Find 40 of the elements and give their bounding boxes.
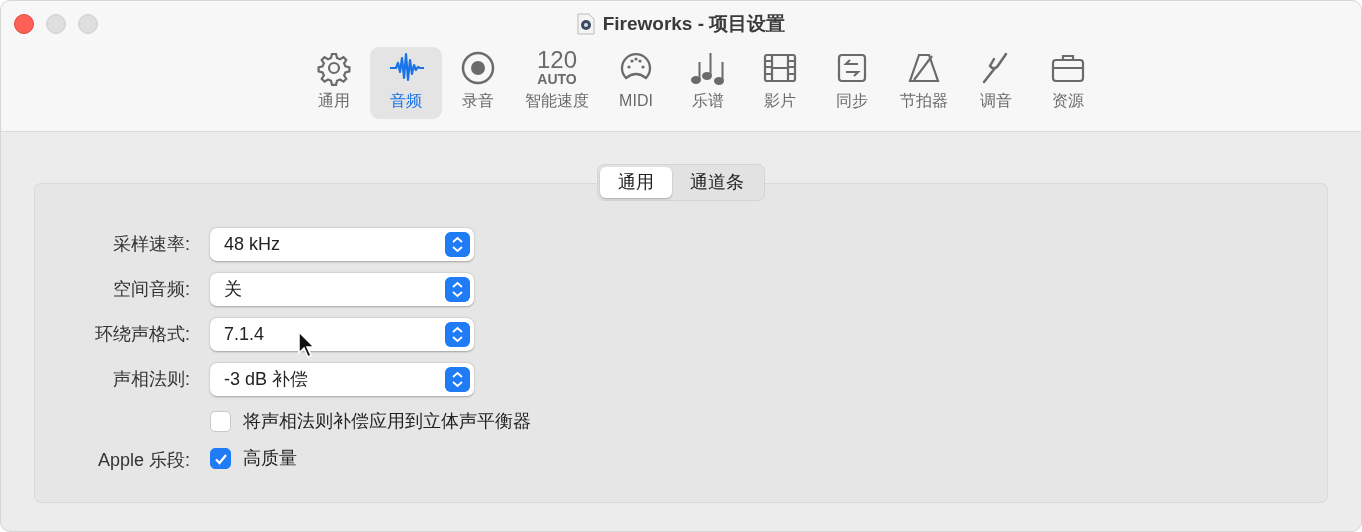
tempo-value: 120 xyxy=(536,48,577,72)
toolbar-tab[interactable]: 同步 xyxy=(816,47,888,119)
stepper-icon xyxy=(445,367,470,392)
checkbox-label: 将声相法则补偿应用到立体声平衡器 xyxy=(243,410,531,433)
setting-label: 声相法则: xyxy=(112,368,190,391)
record-icon xyxy=(460,50,496,86)
toolbar-tab[interactable]: 录音 xyxy=(442,47,514,119)
popup-menu[interactable]: 7.1.4 xyxy=(210,318,474,351)
popup-menu[interactable]: 关 xyxy=(210,273,474,306)
segment-tab[interactable]: 通道条 xyxy=(672,167,762,198)
stepper-icon xyxy=(445,232,470,257)
window-title: Fireworks - 项目设置 xyxy=(602,11,786,36)
toolbar-tab[interactable]: 影片 xyxy=(744,47,816,119)
toolbar-tab[interactable]: 通用 xyxy=(298,47,370,119)
checkbox[interactable] xyxy=(210,448,231,469)
tempo-mode: AUTO xyxy=(537,72,577,86)
setting-label: 采样速率: xyxy=(112,233,190,256)
toolbar-tab[interactable]: MIDI xyxy=(600,47,672,119)
toolbar-tab[interactable]: 节拍器 xyxy=(888,47,960,119)
close-button[interactable] xyxy=(14,14,34,34)
setting-label: 空间音频: xyxy=(112,278,190,301)
checkbox[interactable] xyxy=(210,411,231,432)
window-button[interactable] xyxy=(78,14,98,34)
setting-label: Apple 乐段: xyxy=(96,449,190,472)
toolbar-tab[interactable]: 120 AUTO 智能速度 xyxy=(514,47,600,119)
document-icon xyxy=(576,13,595,35)
checkbox-label: 高质量 xyxy=(243,447,297,470)
popup-menu[interactable]: 48 kHz xyxy=(210,228,474,261)
stepper-icon xyxy=(445,277,470,302)
toolbar-tab[interactable]: 音频 xyxy=(370,47,442,119)
toolbar-tab[interactable]: 调音 xyxy=(960,47,1032,119)
stepper-icon xyxy=(445,322,470,347)
toolbar-tab[interactable]: 资源 xyxy=(1032,47,1104,119)
setting-label: 环绕声格式: xyxy=(94,323,190,346)
toolbar-tab[interactable]: 乐谱 xyxy=(672,47,744,119)
music-notes-icon xyxy=(690,50,726,86)
gear-icon xyxy=(316,50,352,86)
popup-menu[interactable]: -3 dB 补偿 xyxy=(210,363,474,396)
window-button[interactable] xyxy=(46,14,66,34)
segment-tab[interactable]: 通用 xyxy=(600,167,672,198)
